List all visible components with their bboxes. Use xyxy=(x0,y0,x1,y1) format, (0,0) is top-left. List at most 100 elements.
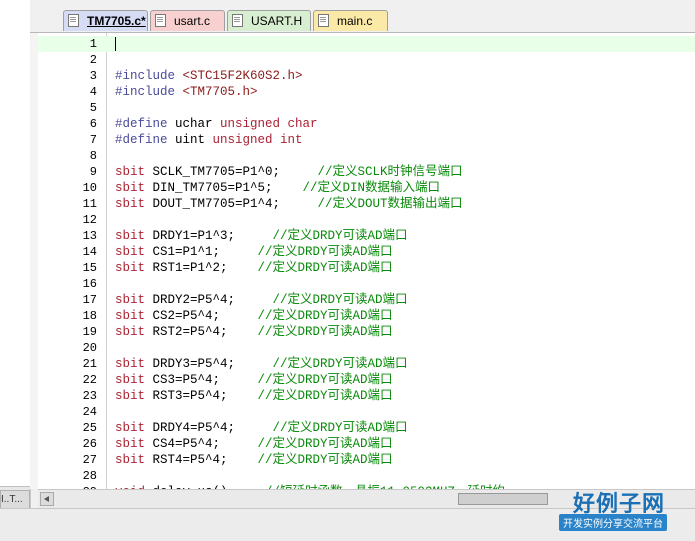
line-number: 23 xyxy=(82,389,97,403)
code-line[interactable]: 13 sbit DRDY1=P1^3; //定义DRDY可读AD端口 xyxy=(38,228,695,244)
code-editor[interactable]: 1 2 3 #include <STC15F2K60S2.h> 4 #include <T… xyxy=(38,33,695,489)
code-text: sbit CS1=P1^1; //定义DRDY可读AD端口 xyxy=(115,244,393,260)
line-number: 24 xyxy=(82,405,97,419)
code-text: sbit DIN_TM7705=P1^5; //定义DIN数据输入端口 xyxy=(115,180,440,196)
code-line[interactable]: 4 #include <TM7705.h> xyxy=(38,84,695,100)
code-token: //定义DRDY可读AD端口 xyxy=(257,389,393,403)
code-text: sbit DRDY3=P5^4; //定义DRDY可读AD端口 xyxy=(115,356,408,372)
code-token: #define xyxy=(115,133,176,147)
file-icon xyxy=(155,14,166,27)
line-number: 7 xyxy=(89,133,97,147)
file-icon xyxy=(318,14,329,27)
code-token: uchar xyxy=(175,117,221,131)
scrollbar-thumb[interactable] xyxy=(458,493,548,505)
code-text: #include <TM7705.h> xyxy=(115,84,258,100)
tab-label: USART.H xyxy=(251,14,303,28)
line-number: 15 xyxy=(82,261,97,275)
line-number: 5 xyxy=(89,101,97,115)
code-line[interactable]: 1 xyxy=(38,36,695,52)
code-token: #define xyxy=(115,117,176,131)
code-line[interactable]: 11 sbit DOUT_TM7705=P1^4; //定义DOUT数据输出端口 xyxy=(38,196,695,212)
project-panel: oup 1UP.A...TRINSC15F2M7705ART.H...C15F2… xyxy=(0,0,31,540)
code-line[interactable]: 6 #define uchar unsigned char xyxy=(38,116,695,132)
line-number: 1 xyxy=(89,37,97,51)
line-number: 11 xyxy=(82,197,97,211)
code-token: //定义DRDY可读AD端口 xyxy=(257,373,393,387)
tab-usart-h[interactable]: USART.H xyxy=(227,10,311,31)
code-line[interactable]: 27 sbit RST4=P5^4; //定义DRDY可读AD端口 xyxy=(38,452,695,468)
line-number: 21 xyxy=(82,357,97,371)
code-token: sbit xyxy=(115,261,153,275)
line-number: 28 xyxy=(82,469,97,483)
code-line[interactable]: 22 sbit CS3=P5^4; //定义DRDY可读AD端口 xyxy=(38,372,695,388)
code-text: sbit DRDY4=P5^4; //定义DRDY可读AD端口 xyxy=(115,420,408,436)
code-token: RST1=P1^2; xyxy=(152,261,258,275)
code-text: #include <STC15F2K60S2.h> xyxy=(115,68,303,84)
code-line[interactable]: 3 #include <STC15F2K60S2.h> xyxy=(38,68,695,84)
code-line[interactable]: 16 xyxy=(38,276,695,292)
code-token: DIN_TM7705=P1^5; xyxy=(152,181,303,195)
code-token: sbit xyxy=(115,229,153,243)
code-line[interactable]: 24 xyxy=(38,404,695,420)
line-number: 9 xyxy=(89,165,97,179)
tab-tm7705-c[interactable]: TM7705.c* xyxy=(63,10,148,31)
code-token: #include xyxy=(115,85,183,99)
code-token: sbit xyxy=(115,357,153,371)
tab-main-c[interactable]: main.c xyxy=(313,10,388,31)
code-text: sbit RST3=P5^4; //定义DRDY可读AD端口 xyxy=(115,388,393,404)
code-line[interactable]: 17 sbit DRDY2=P5^4; //定义DRDY可读AD端口 xyxy=(38,292,695,308)
code-line[interactable]: 7 #define uint unsigned int xyxy=(38,132,695,148)
code-line[interactable]: 25 sbit DRDY4=P5^4; //定义DRDY可读AD端口 xyxy=(38,420,695,436)
code-token: sbit xyxy=(115,181,153,195)
line-number: 18 xyxy=(82,309,97,323)
line-number: 6 xyxy=(89,117,97,131)
tab-usart-c[interactable]: usart.c xyxy=(150,10,225,31)
code-text: #define uchar unsigned char xyxy=(115,116,318,132)
code-line[interactable]: 2 xyxy=(38,52,695,68)
line-number: 4 xyxy=(89,85,97,99)
code-line[interactable]: 20 xyxy=(38,340,695,356)
code-line[interactable]: 10 sbit DIN_TM7705=P1^5; //定义DIN数据输入端口 xyxy=(38,180,695,196)
code-line[interactable]: 23 sbit RST3=P5^4; //定义DRDY可读AD端口 xyxy=(38,388,695,404)
code-token: RST2=P5^4; xyxy=(152,325,258,339)
code-token: //定义SCLK时钟信号端口 xyxy=(317,165,463,179)
code-line[interactable]: 9 sbit SCLK_TM7705=P1^0; //定义SCLK时钟信号端口 xyxy=(38,164,695,180)
code-token: CS3=P5^4; xyxy=(152,373,258,387)
code-token: sbit xyxy=(115,453,153,467)
code-token: //定义DRDY可读AD端口 xyxy=(257,325,393,339)
code-line[interactable]: 28 xyxy=(38,468,695,484)
code-token: //定义DRDY可读AD端口 xyxy=(272,229,408,243)
code-line[interactable]: 12 xyxy=(38,212,695,228)
line-number: 16 xyxy=(82,277,97,291)
watermark-tagline: 开发实例分享交流平台 xyxy=(559,514,667,531)
line-number: 26 xyxy=(82,437,97,451)
code-token: //定义DRDY可读AD端口 xyxy=(257,245,393,259)
code-line[interactable]: 14 sbit CS1=P1^1; //定义DRDY可读AD端口 xyxy=(38,244,695,260)
code-line[interactable]: 15 sbit RST1=P1^2; //定义DRDY可读AD端口 xyxy=(38,260,695,276)
code-line[interactable]: 8 xyxy=(38,148,695,164)
code-line[interactable]: 5 xyxy=(38,100,695,116)
code-text: sbit DRDY1=P1^3; //定义DRDY可读AD端口 xyxy=(115,228,408,244)
line-number: 25 xyxy=(82,421,97,435)
project-panel-tab[interactable]: I..T... xyxy=(0,490,30,510)
code-token: //定义DOUT数据输出端口 xyxy=(317,197,463,211)
code-token: //定义DIN数据输入端口 xyxy=(302,181,441,195)
line-number: 2 xyxy=(89,53,97,67)
line-number: 22 xyxy=(82,373,97,387)
code-text: sbit DRDY2=P5^4; //定义DRDY可读AD端口 xyxy=(115,292,408,308)
text-caret xyxy=(115,37,116,51)
scroll-left-arrow-icon[interactable] xyxy=(40,492,54,506)
line-number: 17 xyxy=(82,293,97,307)
code-token: SCLK_TM7705=P1^0; xyxy=(152,165,318,179)
code-token: //定义DRDY可读AD端口 xyxy=(257,453,393,467)
code-token: //定义DRDY可读AD端口 xyxy=(257,437,393,451)
code-line[interactable]: 19 sbit RST2=P5^4; //定义DRDY可读AD端口 xyxy=(38,324,695,340)
code-line[interactable]: 18 sbit CS2=P5^4; //定义DRDY可读AD端口 xyxy=(38,308,695,324)
code-token: sbit xyxy=(115,373,153,387)
line-number: 19 xyxy=(82,325,97,339)
code-line[interactable]: 26 sbit CS4=P5^4; //定义DRDY可读AD端口 xyxy=(38,436,695,452)
code-line[interactable]: 21 sbit DRDY3=P5^4; //定义DRDY可读AD端口 xyxy=(38,356,695,372)
line-number: 8 xyxy=(89,149,97,163)
tab-label: main.c xyxy=(337,14,373,28)
code-token: sbit xyxy=(115,325,153,339)
